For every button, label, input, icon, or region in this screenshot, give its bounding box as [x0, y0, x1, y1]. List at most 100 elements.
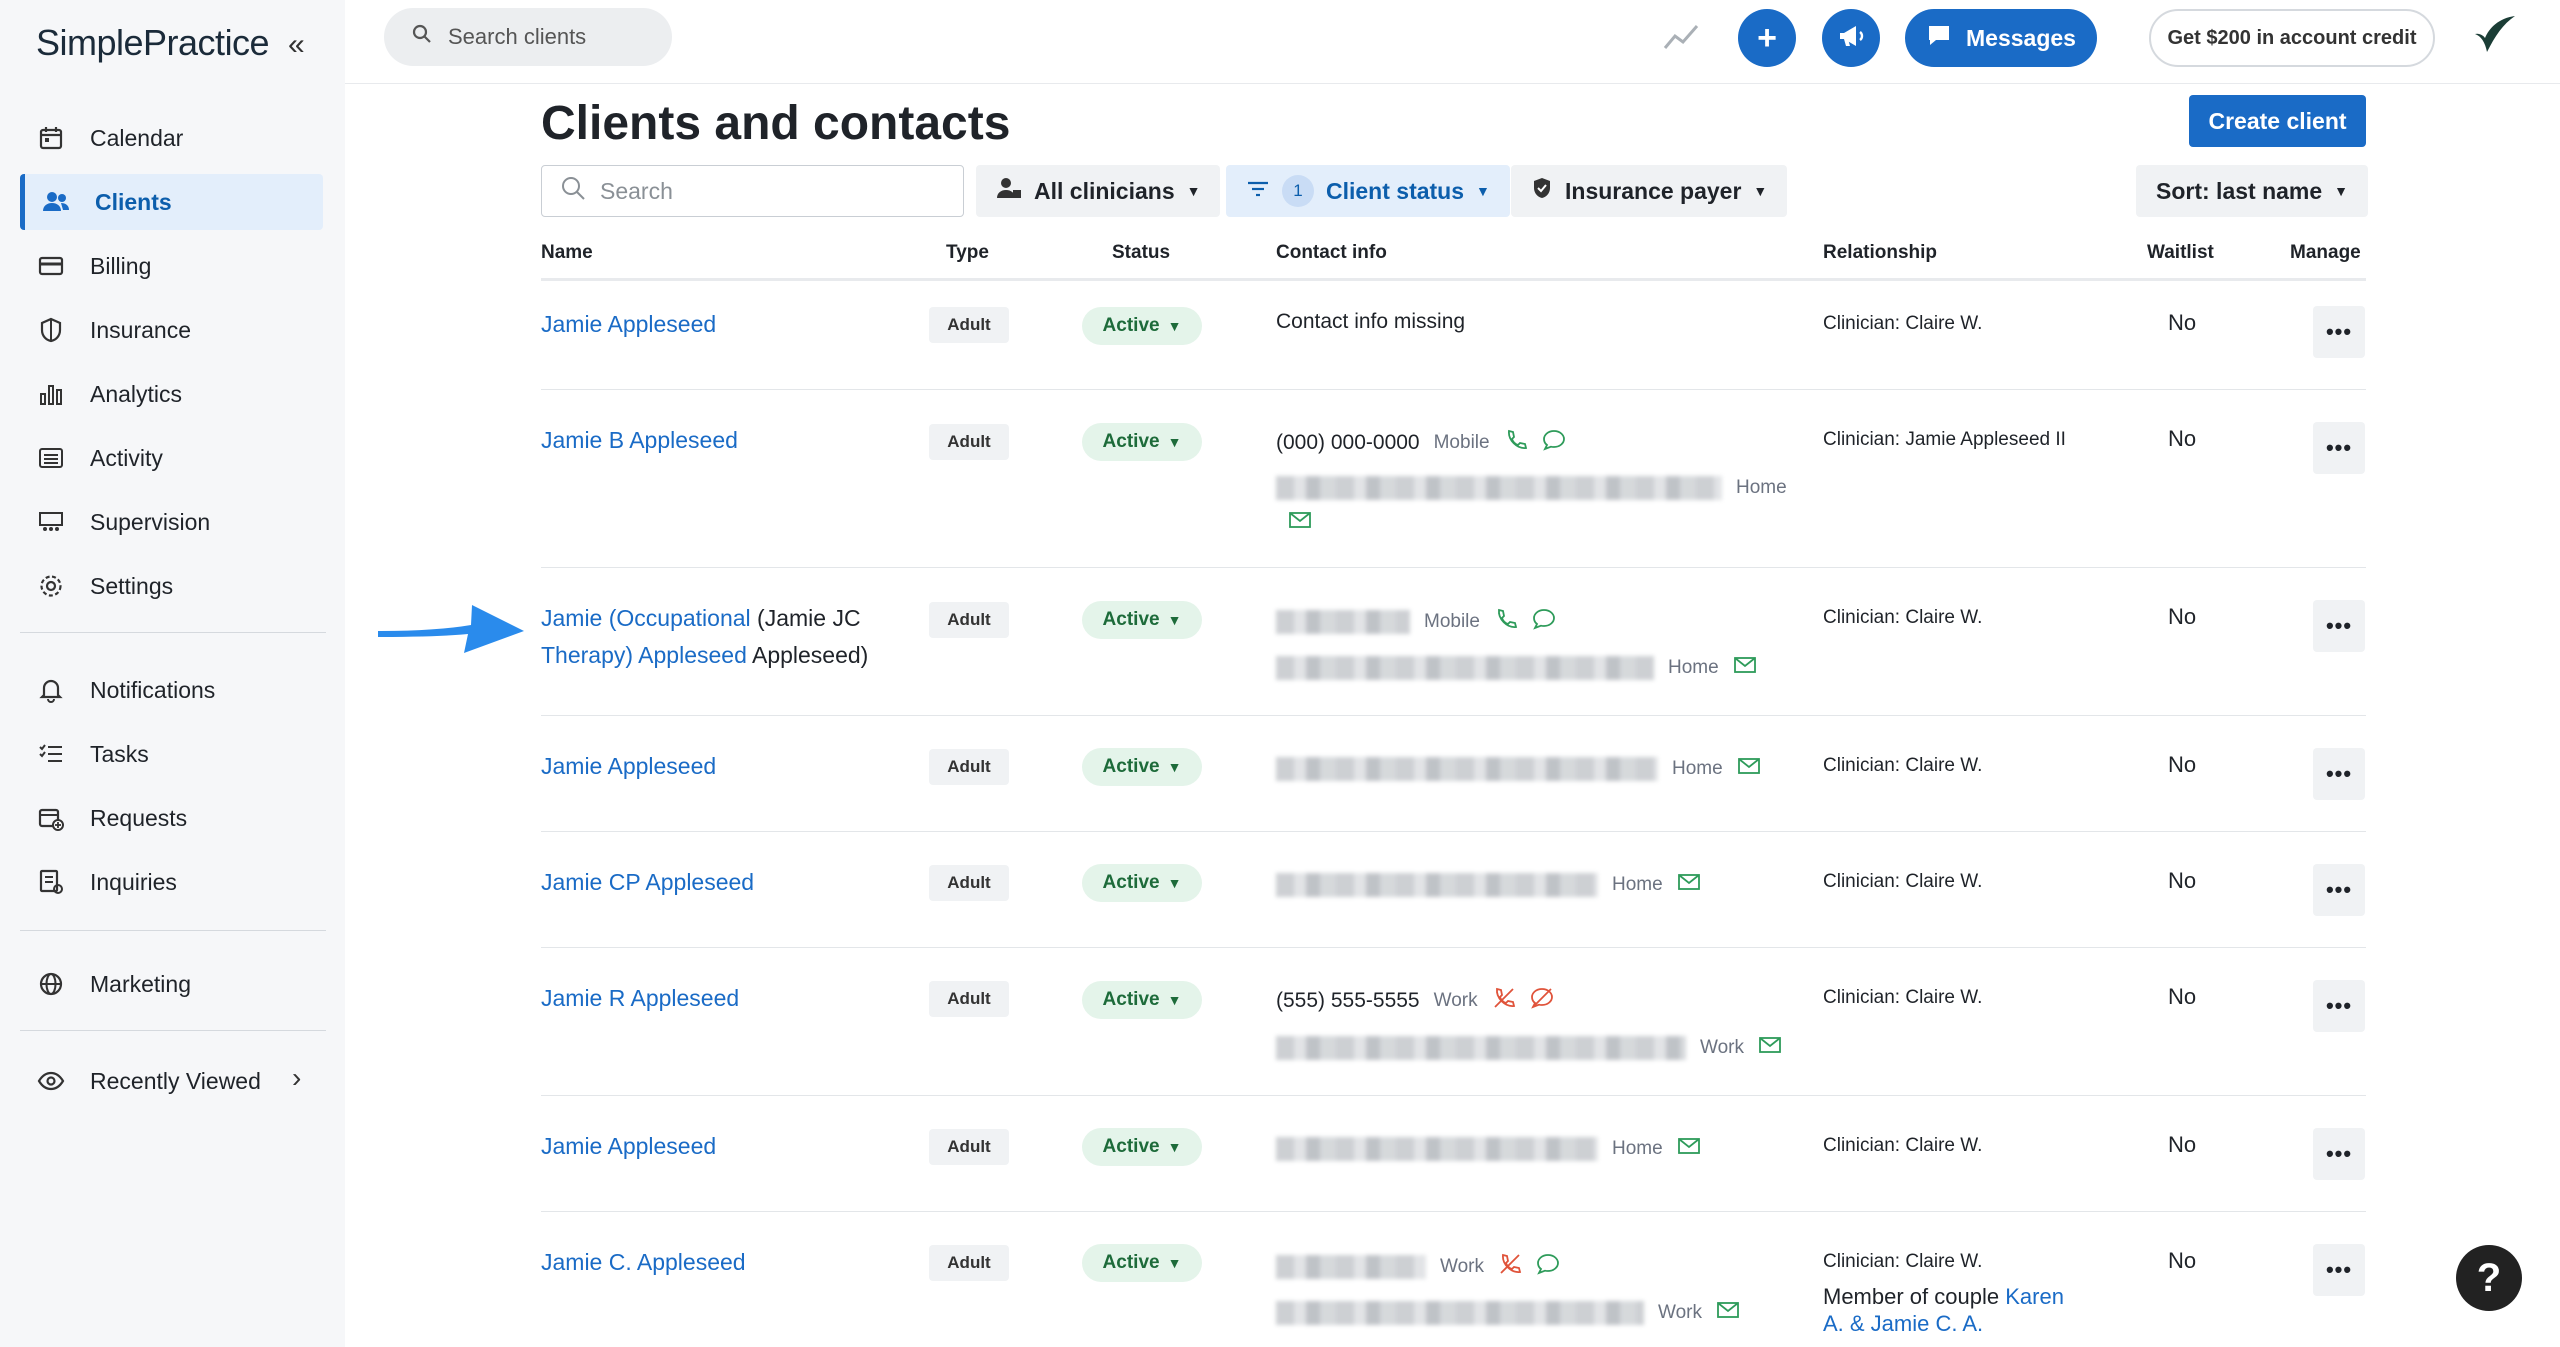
announcements-button[interactable] [1822, 9, 1880, 67]
email-icon[interactable] [1733, 655, 1757, 681]
status-dropdown[interactable]: Active ▼ [1082, 1128, 1202, 1166]
sidebar-item-insurance[interactable]: Insurance [20, 302, 323, 358]
leaf-logo-icon[interactable] [2465, 10, 2521, 71]
sidebar-item-calendar[interactable]: Calendar [20, 110, 323, 166]
manage-button[interactable]: ••• [2313, 864, 2365, 916]
sidebar-item-analytics[interactable]: Analytics [20, 366, 323, 422]
phone-label: Mobile [1424, 611, 1480, 632]
email-icon[interactable] [1677, 872, 1701, 898]
sidebar-item-recently-viewed[interactable]: Recently Viewed [20, 1053, 323, 1109]
megaphone-icon [1836, 22, 1866, 55]
client-name-link[interactable]: Jamie B Appleseed [541, 422, 738, 459]
sidebar-item-label: Inquiries [90, 868, 177, 895]
trend-icon[interactable] [1663, 20, 1701, 59]
client-name-link[interactable]: Jamie CP Appleseed [541, 864, 754, 901]
redacted-phone [1276, 610, 1410, 634]
sidebar-item-requests[interactable]: Requests [20, 790, 323, 846]
client-name-part[interactable]: Jamie (Occupational [541, 605, 751, 631]
status-label: Active [1102, 1136, 1160, 1157]
couple-link[interactable]: A. & Jamie C. A. [1823, 1311, 1983, 1336]
status-dropdown[interactable]: Active ▼ [1082, 864, 1202, 902]
chat-icon[interactable] [1536, 1253, 1560, 1281]
collapse-sidebar-icon[interactable]: « [288, 28, 305, 62]
row-divider [541, 1095, 2366, 1096]
search-placeholder: Search clients [448, 24, 587, 49]
redacted-phone [1276, 1255, 1426, 1279]
waitlist-value: No [2168, 1132, 2197, 1157]
email-icon[interactable] [1716, 1300, 1740, 1326]
sidebar-item-supervision[interactable]: Supervision [20, 494, 323, 550]
client-name-link[interactable]: Jamie Appleseed [541, 1128, 716, 1165]
client-name-link[interactable]: Jamie Appleseed [541, 748, 716, 785]
add-button[interactable]: + [1738, 9, 1796, 67]
insurance-payer-filter[interactable]: Insurance payer ▼ [1511, 165, 1788, 217]
manage-button[interactable]: ••• [2313, 748, 2365, 800]
status-dropdown[interactable]: Active ▼ [1082, 748, 1202, 786]
status-dropdown[interactable]: Active ▼ [1082, 1244, 1202, 1282]
sidebar-item-settings[interactable]: Settings [20, 558, 323, 614]
sidebar-item-billing[interactable]: Billing [20, 238, 323, 294]
status-dropdown[interactable]: Active ▼ [1082, 601, 1202, 639]
status-dropdown[interactable]: Active ▼ [1082, 423, 1202, 461]
messages-button[interactable]: Messages [1905, 9, 2097, 67]
manage-button[interactable]: ••• [2313, 1244, 2365, 1296]
email-icon[interactable] [1677, 1136, 1701, 1162]
type-badge: Adult [929, 307, 1009, 343]
couple-link[interactable]: Karen [2005, 1284, 2064, 1309]
type-badge: Adult [929, 602, 1009, 638]
search-clients-input[interactable]: Search clients [384, 8, 672, 66]
manage-button[interactable]: ••• [2313, 600, 2365, 652]
client-search-input[interactable]: Search [541, 165, 964, 217]
client-name-link[interactable]: Jamie C. Appleseed [541, 1244, 746, 1281]
email-label: Work [1700, 1037, 1744, 1058]
row-divider [541, 1211, 2366, 1212]
client-name-link[interactable]: Jamie R Appleseed [541, 980, 739, 1017]
col-header-name[interactable]: Name [541, 242, 593, 264]
simplepractice-logo[interactable]: SimplePractice [36, 22, 270, 64]
chevron-down-icon: ▼ [1476, 183, 1490, 199]
sidebar-item-marketing[interactable]: Marketing [20, 956, 323, 1012]
account-credit-button[interactable]: Get $200 in account credit [2149, 9, 2435, 67]
client-name-part[interactable]: Therapy) Appleseed [541, 642, 747, 668]
sidebar-item-label: Calendar [90, 124, 184, 151]
chevron-right-icon[interactable]: › [292, 1062, 301, 1094]
client-name-link[interactable]: Jamie Appleseed [541, 306, 716, 343]
sidebar-divider [20, 930, 326, 931]
sidebar-item-clients[interactable]: Clients [20, 174, 323, 230]
manage-button[interactable]: ••• [2313, 422, 2365, 474]
phone-icon[interactable] [1494, 607, 1518, 637]
chat-icon[interactable] [1532, 608, 1556, 636]
status-dropdown[interactable]: Active ▼ [1082, 307, 1202, 345]
create-client-button[interactable]: Create client [2189, 95, 2366, 147]
all-clinicians-filter[interactable]: All clinicians ▼ [976, 165, 1221, 217]
client-status-filter[interactable]: 1 Client status ▼ [1226, 165, 1510, 217]
email-icon[interactable] [1288, 510, 1312, 535]
sidebar-item-tasks[interactable]: Tasks [20, 726, 323, 782]
globe-icon [36, 969, 66, 999]
chevron-down-icon: ▼ [1167, 1139, 1182, 1155]
phone-label: Work [1440, 1256, 1484, 1277]
manage-button[interactable]: ••• [2313, 306, 2365, 358]
email-contact: Home [1276, 872, 1701, 898]
manage-button[interactable]: ••• [2313, 980, 2365, 1032]
phone-contact: Mobile [1276, 607, 1556, 637]
calendar-icon [36, 123, 66, 153]
sidebar-item-inquiries[interactable]: Inquiries [20, 854, 323, 910]
manage-button[interactable]: ••• [2313, 1128, 2365, 1180]
sort-dropdown[interactable]: Sort: last name ▼ [2136, 165, 2369, 217]
client-name-link[interactable]: Jamie (Occupational (Jamie JC Therapy) A… [541, 600, 868, 674]
email-icon[interactable] [1758, 1035, 1782, 1061]
status-dropdown[interactable]: Active ▼ [1082, 981, 1202, 1019]
sidebar-item-notifications[interactable]: Notifications [20, 662, 323, 718]
phone-number: (000) 000-0000 [1276, 431, 1420, 454]
sidebar-item-label: Billing [90, 252, 152, 279]
email-icon[interactable] [1737, 756, 1761, 782]
col-header-status: Status [1112, 242, 1171, 263]
filter-icon [1246, 178, 1270, 205]
contact-info: Contact info missing [1276, 310, 1465, 334]
chat-icon[interactable] [1542, 429, 1566, 457]
help-button[interactable]: ? [2456, 1245, 2522, 1311]
phone-icon[interactable] [1504, 428, 1528, 458]
status-label: Active [1102, 609, 1160, 630]
sidebar-item-activity[interactable]: Activity [20, 430, 323, 486]
